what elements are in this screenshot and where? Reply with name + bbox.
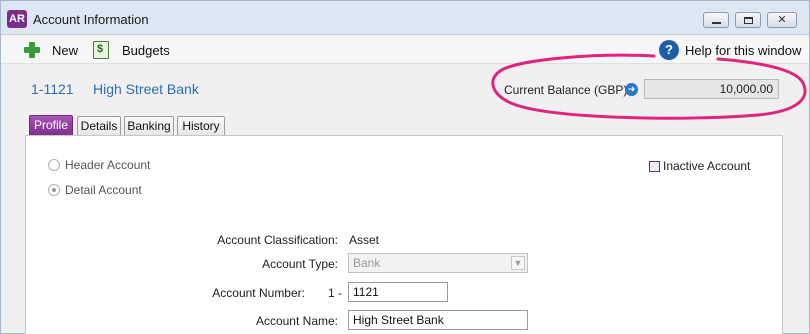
- tab-details[interactable]: Details: [77, 116, 121, 135]
- account-type-label: Account Type:: [262, 257, 338, 271]
- inactive-account-checkbox[interactable]: [649, 160, 660, 172]
- account-number-heading: 1-1121: [31, 81, 74, 97]
- title-bar: AR Account Information ✕: [1, 1, 809, 35]
- chevron-down-icon[interactable]: ▼: [511, 256, 525, 270]
- detail-account-option[interactable]: Detail Account: [48, 183, 142, 197]
- tab-banking[interactable]: Banking: [124, 116, 174, 135]
- new-button-label: New: [52, 42, 79, 58]
- account-classification-label: Account Classification:: [217, 233, 338, 247]
- minimize-icon: [711, 22, 721, 24]
- account-number-label: Account Number:: [212, 286, 305, 300]
- header-account-radio[interactable]: [48, 159, 60, 171]
- account-information-window: AR Account Information ✕ New Budgets ? H…: [0, 0, 810, 334]
- detail-account-radio[interactable]: [48, 184, 60, 196]
- help-button-label: Help for this window: [685, 42, 802, 58]
- current-balance-field: 10,000.00: [644, 79, 779, 99]
- account-classification-value: Asset: [349, 233, 380, 247]
- maximize-button[interactable]: [735, 12, 761, 28]
- close-button[interactable]: ✕: [767, 12, 797, 28]
- detail-account-label: Detail Account: [65, 183, 142, 197]
- arrow-right-icon[interactable]: ➜: [625, 83, 638, 96]
- account-name-label: Account Name:: [255, 314, 338, 328]
- header-account-label: Header Account: [65, 158, 151, 172]
- inactive-account-label: Inactive Account: [663, 159, 751, 173]
- window-title: Account Information: [33, 12, 149, 27]
- inactive-account-option[interactable]: Inactive Account: [649, 159, 750, 173]
- help-button[interactable]: ? Help for this window: [659, 40, 801, 60]
- help-icon: ?: [659, 40, 679, 60]
- budget-icon: [93, 41, 109, 59]
- budgets-button-label: Budgets: [122, 42, 170, 58]
- plus-icon: [23, 41, 41, 59]
- minimize-button[interactable]: [703, 12, 729, 28]
- account-number-input[interactable]: 1121: [348, 282, 448, 302]
- maximize-icon: [743, 16, 753, 24]
- toolbar: New Budgets ? Help for this window: [1, 36, 809, 64]
- new-button[interactable]: New: [23, 40, 78, 60]
- budgets-button[interactable]: Budgets: [93, 40, 170, 60]
- tab-profile[interactable]: Profile: [29, 115, 73, 136]
- close-icon: ✕: [777, 13, 787, 26]
- account-name-heading: High Street Bank: [93, 81, 199, 97]
- account-name-input[interactable]: High Street Bank: [348, 310, 528, 330]
- account-type-value: Bank: [353, 256, 381, 270]
- header-account-option[interactable]: Header Account: [48, 158, 150, 172]
- tab-history[interactable]: History: [177, 116, 225, 135]
- app-logo-icon: AR: [7, 10, 27, 28]
- account-number-prefix: 1 -: [328, 286, 343, 300]
- account-type-select[interactable]: Bank ▼: [348, 253, 528, 273]
- current-balance-label: Current Balance (GBP):: [504, 83, 631, 97]
